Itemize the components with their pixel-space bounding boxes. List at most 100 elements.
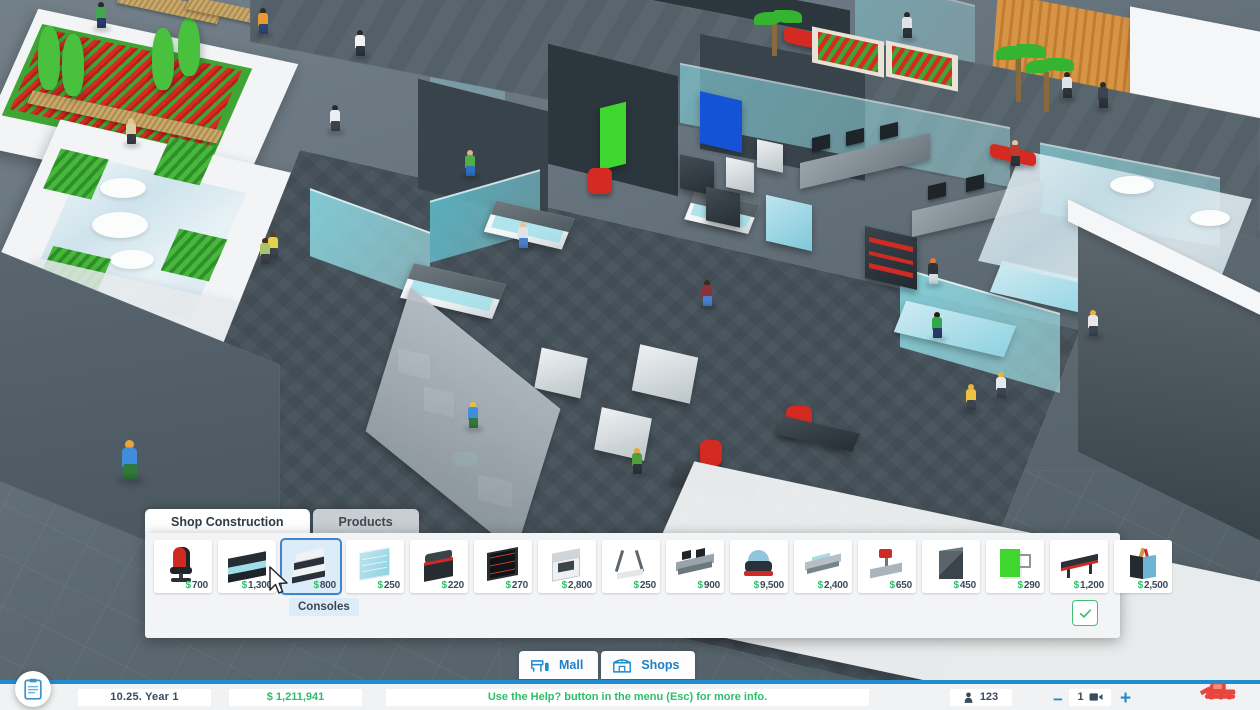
build-item-price: $2,800 [561, 580, 593, 591]
view-tab-mall[interactable]: Mall [519, 651, 599, 679]
build-item-price: $2,400 [817, 580, 849, 591]
wall-rack-icon [480, 546, 526, 582]
tree-d [178, 18, 200, 76]
mouse-cursor [269, 566, 288, 594]
tab-shop-construction-label: Shop Construction [171, 515, 284, 529]
build-item-glass-shelf[interactable]: $250 [346, 540, 404, 593]
build-item-glass-bench-display[interactable]: $2,400 [794, 540, 852, 593]
tab-shop-construction[interactable]: Shop Construction [145, 509, 310, 535]
build-item-vr-dome-booth[interactable]: $9,500 [730, 540, 788, 593]
speed-display[interactable]: 1 [1068, 687, 1112, 707]
book-display-icon [1120, 546, 1166, 582]
bench-icon [531, 659, 549, 672]
build-item-gaming-chair[interactable]: $700 [154, 540, 212, 593]
info-sign-icon [864, 546, 910, 582]
gaming-chair-icon [160, 546, 206, 582]
view-tab-bar[interactable]: Mall Shops [519, 651, 695, 679]
build-item-price: $900 [697, 580, 721, 591]
consoles-icon [288, 546, 334, 584]
pool-pad-1 [1110, 176, 1154, 194]
build-item-tripod-stand[interactable]: $250 [602, 540, 660, 593]
fountain-pad-1 [100, 178, 146, 198]
hint-message: Use the Help? button in the menu (Esc) f… [385, 687, 870, 707]
build-item-price: $270 [505, 580, 529, 591]
build-item-price: $2,500 [1137, 580, 1169, 591]
build-item-price: $290 [1017, 580, 1041, 591]
build-item-book-display[interactable]: $2,500 [1114, 540, 1172, 593]
demolish-button[interactable] [1198, 679, 1242, 706]
build-item-price: $250 [633, 580, 657, 591]
build-item-price: $450 [953, 580, 977, 591]
view-tab-shops-label: Shops [641, 658, 680, 672]
tab-products-label: Products [338, 515, 393, 529]
waste-bin-icon [416, 546, 462, 582]
build-item-gaming-table[interactable]: $1,200 [1050, 540, 1108, 593]
status-bar: 10.25. Year 1 $ 1,211,941 Use the Help? … [0, 680, 1260, 710]
population-count: 123 [979, 691, 999, 703]
camera-icon [1089, 693, 1103, 701]
store-blue-banner [700, 91, 742, 153]
storage-cube-icon [928, 546, 974, 582]
build-item-price: $650 [889, 580, 913, 591]
bulldozer-icon [1199, 682, 1236, 700]
build-item-green-screen[interactable]: $290 [986, 540, 1044, 593]
build-item-refrigerator[interactable]: $2,800 [538, 540, 596, 593]
display-counter-icon [224, 546, 270, 583]
tripod-stand-icon [608, 546, 654, 582]
palm-trunk-3 [772, 22, 777, 56]
build-item-computer-desk-row[interactable]: $900 [666, 540, 724, 593]
glass-bench-display-icon [800, 546, 846, 582]
pool-pad-2 [1190, 210, 1230, 226]
clipboard-button[interactable] [15, 671, 51, 707]
green-screen-icon [992, 546, 1038, 582]
build-item-price: $800 [313, 580, 337, 591]
view-tab-mall-label: Mall [559, 658, 584, 672]
gaming-table-icon [1056, 546, 1102, 582]
build-item-wall-rack[interactable]: $270 [474, 540, 532, 593]
palm-trunk-2 [1044, 72, 1049, 112]
build-panel: $700 $1,300 $800 $250 $220 $270 $2,800 $250 $900… [145, 533, 1172, 638]
game-screen: Shop Construction Products $700 $1,300 $80… [0, 0, 1260, 710]
store-kiosk-2 [757, 139, 783, 173]
check-icon [1079, 608, 1091, 618]
view-tab-shops[interactable]: Shops [601, 651, 695, 679]
store-gaming-chair [588, 168, 612, 194]
store-green-screen [600, 101, 626, 171]
build-item-info-sign[interactable]: $650 [858, 540, 916, 593]
build-panel-tabs[interactable]: Shop Construction Products [145, 509, 422, 535]
build-item-price: $1,200 [1073, 580, 1105, 591]
glass-shelf-icon [352, 546, 398, 582]
person-icon [964, 691, 973, 703]
palm-leaf-3b [774, 10, 802, 23]
tree-b [62, 34, 84, 96]
build-item-waste-bin[interactable]: $220 [410, 540, 468, 593]
storefront-icon [613, 658, 632, 673]
tree-c [152, 28, 174, 90]
computer-desk-row-icon [672, 546, 718, 582]
confirm-build-button[interactable] [1072, 600, 1098, 626]
build-item-price: $250 [377, 580, 401, 591]
store-bin-2 [706, 186, 740, 228]
build-item-consoles[interactable]: $800 [282, 540, 340, 593]
vr-dome-booth-icon [736, 546, 782, 582]
speed-value: 1 [1077, 691, 1084, 703]
palm-leaf-2b [1046, 58, 1074, 71]
tree-a [38, 26, 60, 90]
population-display: 123 [949, 687, 1013, 707]
build-item-price: $9,500 [753, 580, 785, 591]
tab-products[interactable]: Products [312, 509, 419, 535]
build-item-list[interactable]: $700 $1,300 $800 $250 $220 $270 $2,800 $250 $900… [154, 540, 1172, 593]
store-chair-floor-2 [700, 440, 722, 466]
refrigerator-icon [544, 546, 590, 582]
money-display: $ 1,211,941 [228, 687, 363, 707]
fountain-pad-2 [92, 212, 148, 238]
palm-leaf-1b [1016, 44, 1046, 58]
build-item-price: $700 [185, 580, 209, 591]
build-item-storage-cube[interactable]: $450 [922, 540, 980, 593]
store-kiosk-1 [726, 157, 754, 193]
item-tooltip: Consoles [289, 598, 359, 616]
speed-decrease-button[interactable]: − [1053, 691, 1063, 708]
palm-trunk-1 [1016, 58, 1021, 102]
speed-increase-button[interactable]: + [1120, 689, 1131, 708]
date-display: 10.25. Year 1 [77, 687, 212, 707]
